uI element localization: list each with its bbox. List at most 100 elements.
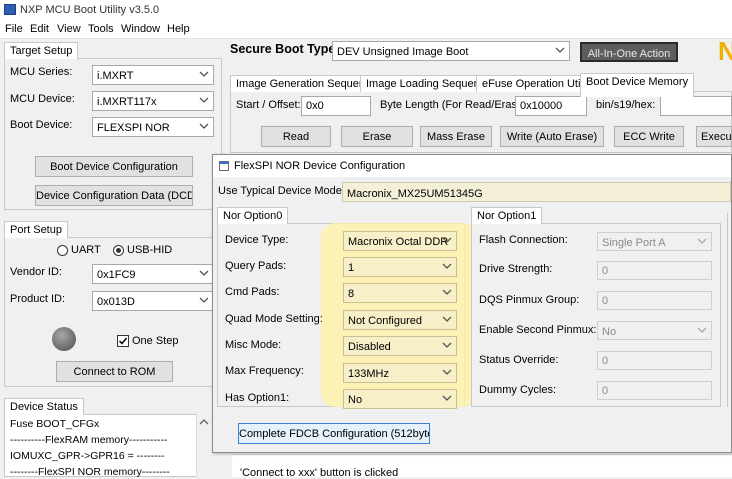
dialog-right-edge (727, 213, 732, 407)
cmd-pads-value: 8 (348, 288, 355, 300)
execute-button[interactable]: Execute (696, 126, 732, 147)
one-step-checkbox[interactable] (117, 335, 129, 347)
quad-mode-value: Not Configured (348, 315, 422, 327)
menu-view[interactable]: View (57, 23, 81, 35)
second-pinmux-label: Enable Second Pinmux: (479, 324, 597, 336)
start-offset-label: Start / Offset: (236, 99, 301, 111)
drive-strength-label: Drive Strength: (479, 263, 553, 275)
chevron-down-icon (442, 395, 452, 401)
log-area: 'Connect to xxx' button is clicked (232, 454, 732, 479)
start-offset-input[interactable]: 0x0 (301, 96, 371, 116)
mcu-device-value: i.MXRT117x (97, 96, 157, 108)
chevron-down-icon (199, 71, 209, 77)
scroll-up-icon (199, 419, 209, 425)
vendor-id-select[interactable]: 0x1FC9 (92, 264, 214, 284)
device-status-scrollbar[interactable] (196, 414, 210, 477)
secure-boot-select[interactable]: DEV Unsigned Image Boot (332, 41, 570, 61)
uart-radio[interactable] (57, 245, 68, 256)
secure-boot-label: Secure Boot Type (230, 42, 336, 56)
bin-file-input[interactable] (660, 96, 732, 116)
flexspi-nor-dialog: FlexSPI NOR Device Configuration Use Typ… (212, 154, 732, 453)
tab-port-setup[interactable]: Port Setup (4, 221, 68, 238)
mcu-series-label: MCU Series: (10, 66, 73, 78)
cmd-pads-select[interactable]: 8 (343, 283, 457, 303)
typical-device-select[interactable]: Macronix_MX25UM51345G (342, 182, 731, 202)
status-override-input[interactable]: 0 (597, 351, 712, 370)
quad-mode-label: Quad Mode Setting: (225, 313, 323, 325)
tab-device-status[interactable]: Device Status (4, 398, 84, 415)
menu-help[interactable]: Help (167, 23, 190, 35)
menu-window[interactable]: Window (121, 23, 160, 35)
chevron-down-icon (199, 123, 209, 129)
chevron-down-icon (697, 327, 707, 333)
chevron-down-icon (199, 270, 209, 276)
product-id-select[interactable]: 0x013D (92, 291, 214, 311)
flash-connection-value: Single Port A (602, 237, 666, 249)
dcd-button[interactable]: Device Configuration Data (DCD) (35, 185, 193, 206)
status-line: Fuse BOOT_CFGx (10, 418, 100, 430)
usbhid-label: USB-HID (127, 244, 173, 256)
nxp-logo: N (718, 36, 732, 66)
drive-strength-input[interactable]: 0 (597, 261, 712, 280)
typical-device-value: Macronix_MX25UM51345G (347, 188, 483, 200)
read-button[interactable]: Read (261, 126, 331, 147)
boot-device-select[interactable]: FLEXSPI NOR (92, 117, 214, 137)
menu-bar: File Edit View Tools Window Help (0, 20, 732, 39)
quad-mode-select[interactable]: Not Configured (343, 310, 457, 330)
second-pinmux-select[interactable]: No (597, 321, 712, 340)
product-id-label: Product ID: (10, 293, 66, 305)
has-option1-label: Has Option1: (225, 392, 290, 404)
query-pads-label: Query Pads: (225, 260, 287, 272)
uart-label: UART (71, 244, 101, 256)
tab-nor-option1[interactable]: Nor Option1 (471, 207, 543, 224)
tab-boot-device-memory[interactable]: Boot Device Memory (580, 73, 695, 97)
device-type-label: Device Type: (225, 234, 289, 246)
erase-button[interactable]: Erase (341, 126, 413, 147)
flash-connection-select[interactable]: Single Port A (597, 232, 712, 251)
write-auto-erase-button[interactable]: Write (Auto Erase) (500, 126, 604, 147)
menu-edit[interactable]: Edit (30, 23, 49, 35)
dummy-cycles-label: Dummy Cycles: (479, 384, 557, 396)
mcu-series-select[interactable]: i.MXRT (92, 65, 214, 85)
complete-fdcb-button[interactable]: Complete FDCB Configuration (512bytes) (238, 423, 430, 444)
byte-length-input[interactable]: 0x10000 (515, 96, 587, 116)
all-in-one-action-button[interactable]: All-In-One Action (580, 42, 678, 62)
device-type-select[interactable]: Macronix Octal DDR (343, 231, 457, 251)
misc-mode-select[interactable]: Disabled (343, 336, 457, 356)
title-bar: NXP MCU Boot Utility v3.5.0 (0, 0, 732, 20)
max-frequency-select[interactable]: 133MHz (343, 363, 457, 383)
status-line: ----------FlexRAM memory----------- (10, 434, 168, 446)
has-option1-select[interactable]: No (343, 389, 457, 409)
chevron-down-icon (442, 263, 452, 269)
status-line: IOMUXC_GPR->GPR16 = -------- (10, 450, 165, 462)
secure-boot-value: DEV Unsigned Image Boot (337, 46, 469, 58)
connect-to-rom-button[interactable]: Connect to ROM (56, 361, 173, 382)
vendor-id-value: 0x1FC9 (97, 269, 136, 281)
query-pads-select[interactable]: 1 (343, 257, 457, 277)
chevron-down-icon (199, 97, 209, 103)
menu-file[interactable]: File (5, 23, 23, 35)
boot-device-label: Boot Device: (10, 119, 73, 131)
one-step-label: One Step (132, 335, 179, 347)
product-id-value: 0x013D (97, 296, 135, 308)
flash-connection-label: Flash Connection: (479, 234, 568, 246)
boot-device-value: FLEXSPI NOR (97, 122, 170, 134)
tab-nor-option0[interactable]: Nor Option0 (217, 207, 289, 224)
second-pinmux-value: No (602, 326, 617, 338)
mass-erase-button[interactable]: Mass Erase (420, 126, 492, 147)
log-line: 'Connect to xxx' button is clicked (240, 467, 399, 479)
boot-device-config-button[interactable]: Boot Device Configuration (35, 156, 193, 177)
menu-tools[interactable]: Tools (88, 23, 114, 35)
chevron-down-icon (199, 297, 209, 303)
usbhid-radio[interactable] (113, 245, 124, 256)
ecc-write-button[interactable]: ECC Write (614, 126, 684, 147)
dummy-cycles-input[interactable]: 0 (597, 381, 712, 400)
chevron-down-icon (555, 47, 565, 53)
dqs-pinmux-input[interactable]: 0 (597, 291, 712, 310)
mcu-device-select[interactable]: i.MXRT117x (92, 91, 214, 111)
max-frequency-value: 133MHz (348, 368, 389, 380)
connection-status-led (52, 327, 76, 351)
chevron-down-icon (442, 289, 452, 295)
tab-target-setup[interactable]: Target Setup (4, 42, 79, 59)
cmd-pads-label: Cmd Pads: (225, 286, 280, 298)
